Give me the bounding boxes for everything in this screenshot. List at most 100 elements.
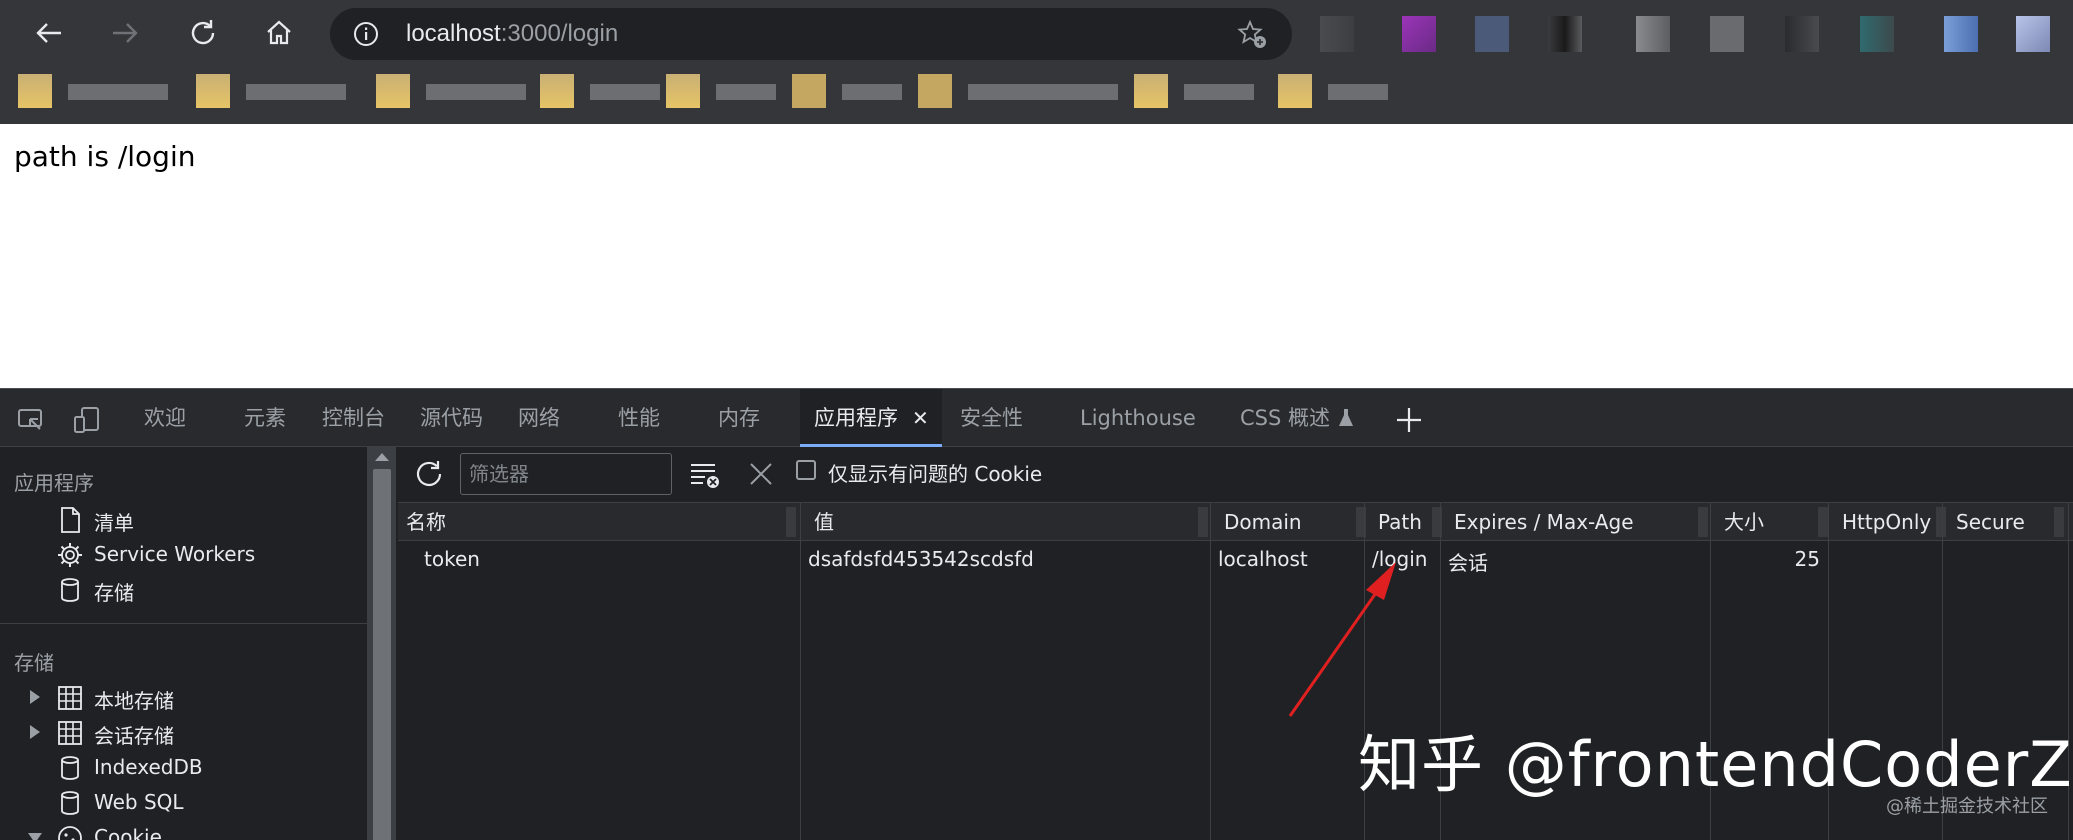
table-grid-icon xyxy=(58,686,82,710)
extension-icon[interactable] xyxy=(1548,16,1582,52)
column-header-value[interactable]: 值 xyxy=(806,503,834,541)
bookmark-item[interactable] xyxy=(918,70,1118,108)
bookmark-favicon-icon xyxy=(918,74,952,108)
reload-icon xyxy=(191,20,215,45)
tab-welcome[interactable]: 欢迎 xyxy=(142,389,188,447)
bookmark-item[interactable] xyxy=(196,70,346,108)
sidebar-item-cookies[interactable]: Cookie xyxy=(0,821,360,840)
sidebar-item-label: IndexedDB xyxy=(94,755,203,779)
tab-css-overview[interactable]: CSS 概述 xyxy=(1238,389,1356,447)
cell-expires: 会话 xyxy=(1448,551,1488,575)
inspect-element-icon[interactable] xyxy=(16,405,46,435)
extension-icon[interactable] xyxy=(1636,16,1670,52)
sidebar-item-manifest[interactable]: 清单 xyxy=(0,503,360,537)
bookmark-item[interactable] xyxy=(376,70,526,108)
database-icon xyxy=(61,756,79,780)
forward-button[interactable] xyxy=(102,10,148,56)
sidebar-item-storage[interactable]: 存储 xyxy=(0,573,360,607)
column-header-httponly[interactable]: HttpOnly xyxy=(1834,503,1931,541)
column-header-expires[interactable]: Expires / Max-Age xyxy=(1446,503,1634,541)
extension-icon[interactable] xyxy=(1785,16,1819,52)
page-viewport: path is /login xyxy=(0,124,2073,388)
sidebar-item-service-workers[interactable]: Service Workers xyxy=(0,538,360,572)
tab-performance[interactable]: 性能 xyxy=(616,389,662,447)
tab-lighthouse[interactable]: Lighthouse xyxy=(1078,389,1198,447)
column-divider xyxy=(800,503,801,840)
experiment-flask-icon xyxy=(1339,409,1353,426)
tab-memory[interactable]: 内存 xyxy=(716,389,762,447)
sidebar-item-session-storage[interactable]: 会话存储 xyxy=(0,716,360,750)
sidebar-item-web-sql[interactable]: Web SQL xyxy=(0,786,360,820)
column-resize-handle[interactable] xyxy=(1198,507,1208,537)
column-header-secure[interactable]: Secure xyxy=(1948,503,2025,541)
scrollbar-thumb[interactable] xyxy=(373,469,391,840)
info-icon[interactable] xyxy=(352,20,380,48)
device-emulation-icon[interactable] xyxy=(72,405,102,435)
bookmark-item[interactable] xyxy=(18,70,168,108)
column-resize-handle[interactable] xyxy=(1936,507,1946,537)
column-header-name[interactable]: 名称 xyxy=(398,503,446,541)
extension-icon[interactable] xyxy=(1860,16,1894,52)
page-body-text: path is /login xyxy=(14,140,196,173)
only-issues-checkbox[interactable] xyxy=(796,460,816,480)
bookmark-favicon-icon xyxy=(376,74,410,108)
column-header-domain[interactable]: Domain xyxy=(1216,503,1302,541)
database-icon xyxy=(61,578,79,602)
sidebar-item-indexeddb[interactable]: IndexedDB xyxy=(0,751,360,785)
bookmark-item[interactable] xyxy=(792,70,902,108)
bookmark-item[interactable] xyxy=(666,70,776,108)
extension-icon[interactable] xyxy=(1710,16,1744,52)
bookmark-favicon-icon xyxy=(18,74,52,108)
tab-elements[interactable]: 元素 xyxy=(242,389,288,447)
column-header-size[interactable]: 大小 xyxy=(1716,503,1764,541)
devtools-tab-bar: 欢迎 元素 控制台 源代码 网络 性能 内存 应用程序 ✕ 安全性 Lightho… xyxy=(0,389,2073,447)
expand-arrow-icon[interactable] xyxy=(30,725,40,739)
extension-icon[interactable] xyxy=(1475,16,1509,52)
watermark-text: 知乎 @frontendCoderZ xyxy=(1358,728,2073,801)
tab-network[interactable]: 网络 xyxy=(516,389,562,447)
back-button[interactable] xyxy=(26,10,72,56)
bookmark-item[interactable] xyxy=(540,70,660,108)
extension-icon[interactable] xyxy=(2016,16,2050,52)
extension-icon[interactable] xyxy=(1944,16,1978,52)
sidebar-item-label: Web SQL xyxy=(94,790,184,814)
clear-all-icon[interactable] xyxy=(744,457,778,491)
column-header-path[interactable]: Path xyxy=(1370,503,1422,541)
sidebar-scrollbar[interactable] xyxy=(368,447,396,840)
home-button[interactable] xyxy=(256,10,302,56)
column-divider xyxy=(1210,503,1211,840)
sidebar-item-local-storage[interactable]: 本地存储 xyxy=(0,681,360,715)
tab-close-icon[interactable]: ✕ xyxy=(912,389,929,447)
clear-filtered-cookies-icon[interactable] xyxy=(688,457,722,491)
forward-icon xyxy=(113,23,138,43)
url-host: localhost xyxy=(406,20,501,47)
extension-icon[interactable] xyxy=(1320,16,1354,52)
watermark-small-text: @稀土掘金技术社区 xyxy=(1886,796,2048,817)
sidebar-item-label: Cookie xyxy=(94,825,162,840)
filter-input[interactable] xyxy=(460,453,672,495)
bookmark-item[interactable] xyxy=(1134,70,1254,108)
section-header-application: 应用程序 xyxy=(14,471,94,495)
url-text: localhost:3000/login xyxy=(406,17,618,51)
column-resize-handle[interactable] xyxy=(2054,507,2064,537)
favorite-add-icon[interactable] xyxy=(1236,18,1268,50)
add-tab-icon[interactable] xyxy=(1394,405,1424,435)
bookmark-item[interactable] xyxy=(1278,70,1388,108)
refresh-icon[interactable] xyxy=(412,457,446,491)
collapse-arrow-icon[interactable] xyxy=(28,833,42,840)
column-resize-handle[interactable] xyxy=(1698,507,1708,537)
address-bar[interactable]: localhost:3000/login xyxy=(330,8,1292,60)
tab-application[interactable]: 应用程序 ✕ xyxy=(800,389,942,447)
bookmark-favicon-icon xyxy=(1134,74,1168,108)
reload-button[interactable] xyxy=(180,10,226,56)
tab-security[interactable]: 安全性 xyxy=(958,389,1025,447)
column-resize-handle[interactable] xyxy=(1818,507,1828,537)
tab-console[interactable]: 控制台 xyxy=(320,389,387,447)
cell-size: 25 xyxy=(1794,547,1820,571)
column-resize-handle[interactable] xyxy=(786,507,796,537)
expand-arrow-icon[interactable] xyxy=(30,690,40,704)
tab-sources[interactable]: 源代码 xyxy=(418,389,485,447)
scroll-up-arrow-icon[interactable] xyxy=(375,453,389,461)
bookmark-label xyxy=(1184,84,1254,100)
extension-icon[interactable] xyxy=(1402,16,1436,52)
